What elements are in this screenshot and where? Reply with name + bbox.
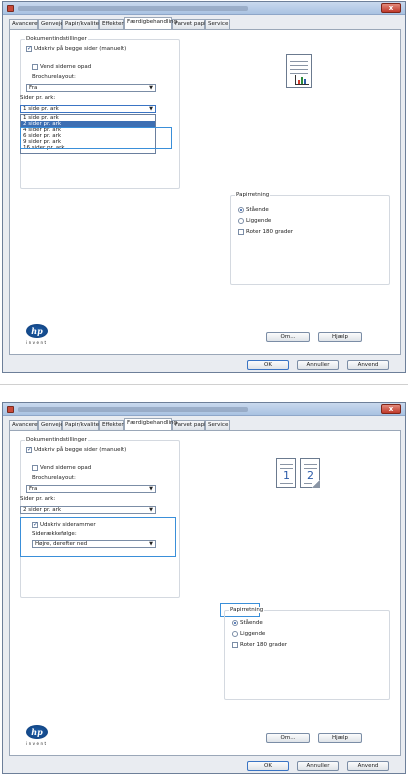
page-preview-icon xyxy=(286,54,312,88)
landscape-radio[interactable] xyxy=(238,218,244,224)
pages-per-sheet-label: Sider pr. ark: xyxy=(20,496,56,502)
brochure-layout-select[interactable]: Fra ▼ xyxy=(26,84,156,92)
ok-button[interactable]: OK xyxy=(247,761,289,771)
brochure-layout-select[interactable]: Fra ▼ xyxy=(26,485,156,493)
orientation-label: Papirretning xyxy=(229,607,265,613)
about-button[interactable]: Om... xyxy=(266,733,310,743)
duplex-checkbox[interactable] xyxy=(26,446,32,453)
flip-pages-label: Vend siderne opad xyxy=(40,64,92,70)
brochure-layout-label: Brochurelayout: xyxy=(32,74,76,80)
document-options-label: Dokumentindstillinger xyxy=(25,437,88,443)
about-button[interactable]: Om... xyxy=(266,332,310,342)
page-borders-label: Udskriv siderammer xyxy=(40,522,96,528)
page-order-select[interactable]: Højre, derefter ned ▼ xyxy=(32,540,156,548)
chevron-down-icon: ▼ xyxy=(149,541,153,547)
landscape-radio[interactable] xyxy=(232,631,238,637)
landscape-label: Liggende xyxy=(246,218,272,224)
chevron-down-icon: ▼ xyxy=(149,106,153,112)
pages-per-sheet-select[interactable]: 1 side pr. ark ▼ xyxy=(20,105,156,113)
rotate-180-checkbox[interactable] xyxy=(232,642,238,648)
close-button[interactable]: x xyxy=(381,3,401,13)
duplex-label: Udskriv på begge sider (manuelt) xyxy=(34,46,127,52)
page-curl-icon xyxy=(312,480,320,488)
tab-genveje[interactable]: Genveje xyxy=(38,19,64,29)
tab-avanceret[interactable]: Avanceret xyxy=(9,19,40,29)
tab-effekter[interactable]: Effekter xyxy=(99,420,124,430)
hp-invent-tagline: invent xyxy=(26,340,48,345)
duplex-checkbox[interactable] xyxy=(26,45,32,52)
tab-papir-kvalitet[interactable]: Papir/kvalitet xyxy=(62,19,101,29)
document-options-label: Dokumentindstillinger xyxy=(25,36,88,42)
chart-thumbnail-icon xyxy=(295,75,309,85)
ok-button[interactable]: OK xyxy=(247,360,289,370)
hp-logo: hp xyxy=(26,725,48,739)
finishing-panel: Dokumentindstillinger Udskriv på begge s… xyxy=(9,430,401,756)
portrait-radio[interactable] xyxy=(238,207,244,213)
portrait-label: Stående xyxy=(246,207,269,213)
chevron-down-icon: ▼ xyxy=(149,85,153,91)
tab-effekter[interactable]: Effekter xyxy=(99,19,124,29)
callout-highlight-dropdown xyxy=(20,127,172,149)
tab-service[interactable]: Service xyxy=(205,420,230,430)
window-title-blurred xyxy=(18,407,248,412)
finishing-panel: Dokumentindstillinger Udskriv på begge s… xyxy=(9,29,401,355)
orientation-label: Papirretning xyxy=(235,192,271,198)
printer-properties-dialog-2: x Avanceret Genveje Papir/kvalitet Effek… xyxy=(2,402,406,774)
tab-service[interactable]: Service xyxy=(205,19,230,29)
cancel-button[interactable]: Annuller xyxy=(297,761,339,771)
help-button[interactable]: Hjælp xyxy=(318,733,362,743)
page-preview-1-icon: 1 xyxy=(276,458,296,488)
landscape-label: Liggende xyxy=(240,631,266,637)
page-order-label: Siderækkefølge: xyxy=(32,531,77,537)
flip-pages-checkbox[interactable] xyxy=(32,465,38,471)
rotate-180-label: Roter 180 grader xyxy=(240,642,287,648)
pages-per-sheet-select[interactable]: 2 sider pr. ark ▼ xyxy=(20,506,156,514)
rotate-180-checkbox[interactable] xyxy=(238,229,244,235)
hp-invent-tagline: invent xyxy=(26,741,48,746)
pages-per-sheet-label: Sider pr. ark: xyxy=(20,95,56,101)
hp-logo: hp xyxy=(26,324,48,338)
flip-pages-checkbox[interactable] xyxy=(32,64,38,70)
chevron-down-icon: ▼ xyxy=(149,486,153,492)
duplex-label: Udskriv på begge sider (manuelt) xyxy=(34,447,127,453)
tab-papir-kvalitet[interactable]: Papir/kvalitet xyxy=(62,420,101,430)
help-button[interactable]: Hjælp xyxy=(318,332,362,342)
printer-app-icon xyxy=(7,406,14,413)
window-title-blurred xyxy=(18,6,248,11)
title-bar: x xyxy=(3,2,405,15)
page-number-1: 1 xyxy=(283,469,290,482)
cancel-button[interactable]: Annuller xyxy=(297,360,339,370)
rotate-180-label: Roter 180 grader xyxy=(246,229,293,235)
tab-genveje[interactable]: Genveje xyxy=(38,420,64,430)
printer-app-icon xyxy=(7,5,14,12)
apply-button[interactable]: Anvend xyxy=(347,360,389,370)
tab-faerdigbehandling[interactable]: Færdigbehandling xyxy=(124,418,177,430)
section-divider xyxy=(0,384,408,385)
chevron-down-icon: ▼ xyxy=(149,507,153,513)
flip-pages-label: Vend siderne opad xyxy=(40,465,92,471)
tab-avanceret[interactable]: Avanceret xyxy=(9,420,40,430)
close-button[interactable]: x xyxy=(381,404,401,414)
apply-button[interactable]: Anvend xyxy=(347,761,389,771)
brochure-layout-label: Brochurelayout: xyxy=(32,475,76,481)
page-borders-checkbox[interactable] xyxy=(32,521,38,528)
tab-faerdigbehandling[interactable]: Færdigbehandling xyxy=(124,17,177,29)
printer-properties-dialog-1: x Avanceret Genveje Papir/kvalitet Effek… xyxy=(2,1,406,373)
page-preview-2-icon: 2 xyxy=(300,458,320,488)
portrait-label: Stående xyxy=(240,620,263,626)
portrait-radio[interactable] xyxy=(232,620,238,626)
title-bar: x xyxy=(3,403,405,416)
